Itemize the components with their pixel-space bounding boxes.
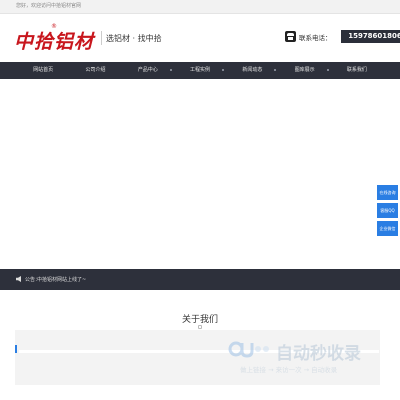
watermark: 自动秒收录 做上链接 → 来访一次 → 自动收录 [228, 337, 388, 377]
nav-item-label: 公司介绍 [85, 67, 106, 73]
dropdown-dot-icon [222, 69, 225, 71]
site-logo[interactable]: 中拾铝材 ® [14, 23, 95, 57]
nav-item-cases[interactable]: 工程实例 [174, 62, 226, 79]
nav-item-contact[interactable]: 联系我们 [331, 62, 383, 79]
phone-icon [285, 31, 296, 42]
notice-text[interactable]: 中拾铝材网站上线了~ [37, 276, 86, 283]
watermark-subtitle: 做上链接 → 来访一次 → 自动收录 [240, 366, 338, 374]
logo-text: 中拾铝材 [14, 31, 95, 53]
accent-bar [15, 345, 17, 353]
contact-label: 联系电话： [299, 34, 332, 42]
page: 您好，欢迎访问中拾铝材官网 中拾铝材 ® 选铝材 · 找中拾 联系电话： 159… [0, 0, 400, 400]
floating-service-bar: 在线咨询 客服QQ 企业微信 [377, 185, 398, 239]
watermark-title: 自动秒收录 [276, 344, 361, 364]
header: 中拾铝材 ® 选铝材 · 找中拾 联系电话： 15978601806 [0, 14, 400, 62]
section-title: 关于我们 [181, 315, 218, 325]
nav-item-home[interactable]: 网站首页 [17, 62, 69, 79]
wechat-button[interactable]: 企业微信 [377, 221, 398, 236]
slogan-divider [101, 31, 102, 45]
dropdown-dot-icon [274, 69, 277, 71]
phone-number[interactable]: 15978601806 [341, 30, 400, 43]
top-bar: 您好，欢迎访问中拾铝材官网 [0, 0, 400, 14]
watermark-logo-icon [228, 341, 269, 358]
online-consult-button[interactable]: 在线咨询 [377, 185, 398, 200]
registered-mark: ® [51, 23, 57, 30]
nav-item-gallery[interactable]: 图库展示 [278, 62, 330, 79]
nav-item-label: 工程实例 [190, 67, 211, 73]
nav-item-news[interactable]: 新闻动态 [226, 62, 278, 79]
dropdown-dot-icon [169, 69, 172, 71]
slogan: 选铝材 · 找中拾 [106, 34, 162, 43]
nav-item-label: 联系我们 [346, 67, 367, 73]
speaker-icon [16, 276, 21, 282]
nav-item-about[interactable]: 公司介绍 [69, 62, 121, 79]
nav-item-label: 网站首页 [33, 67, 54, 73]
main-nav: 网站首页 公司介绍 产品中心 工程实例 新闻动态 图库展示 联系我们 [0, 62, 400, 79]
nav-item-products[interactable]: 产品中心 [122, 62, 174, 79]
nav-item-label: 图库展示 [294, 67, 315, 73]
title-ornament-icon [198, 325, 202, 329]
qq-service-button[interactable]: 客服QQ [377, 203, 398, 218]
nav-item-label: 新闻动态 [242, 67, 263, 73]
notice-bar: 公告： 中拾铝材网站上线了~ [0, 269, 400, 290]
dropdown-dot-icon [326, 69, 329, 71]
nav-item-label: 产品中心 [137, 67, 158, 73]
welcome-text: 您好，欢迎访问中拾铝材官网 [16, 3, 82, 9]
banner-area [0, 79, 400, 269]
